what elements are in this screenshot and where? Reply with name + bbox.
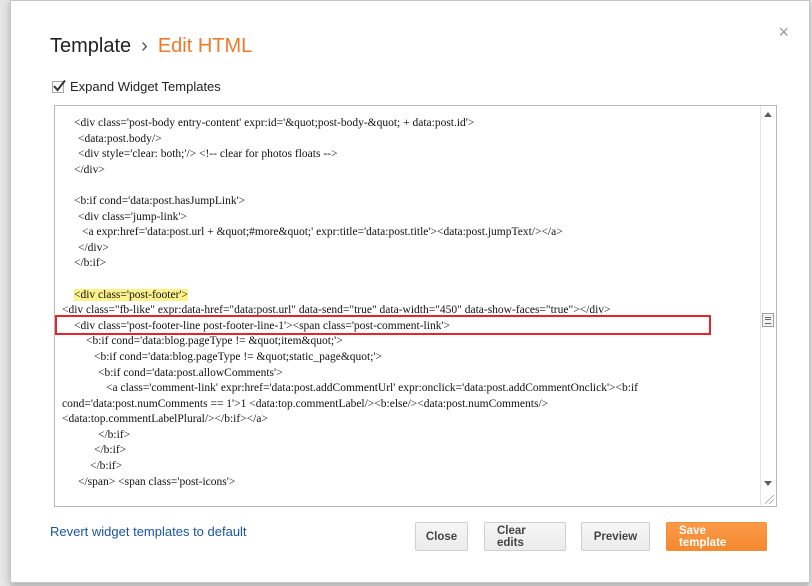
code-line-text: <div class='post-body entry-content' exp… [74, 117, 475, 129]
preview-button[interactable]: Preview [581, 522, 650, 551]
code-content[interactable]: <div class='post-body entry-content' exp… [58, 116, 756, 490]
code-line[interactable]: </b:if> [58, 256, 756, 272]
code-line[interactable]: <a class='comment-link' expr:href='data:… [58, 381, 756, 397]
code-line-text: </b:if> [94, 444, 127, 457]
code-line[interactable] [58, 272, 756, 288]
code-line[interactable]: cond='data:post.numComments == 1'>1 <dat… [58, 397, 756, 413]
code-line[interactable]: <div class='post-footer'> [58, 288, 756, 304]
code-line-text: <b:if cond='data:blog.pageType != &quot;… [86, 335, 343, 348]
code-line[interactable]: </div> [58, 163, 756, 179]
code-line-text: <div class='jump-link'> [78, 210, 187, 223]
code-line[interactable]: </b:if> [58, 443, 756, 459]
resize-grip-icon[interactable] [765, 495, 774, 504]
code-line[interactable]: </b:if> [58, 428, 756, 444]
code-line[interactable]: </span> <span class='post-icons'> [58, 475, 756, 491]
code-line-text: </b:if> [74, 257, 107, 270]
code-line[interactable]: <b:if cond='data:blog.pageType != &quot;… [58, 350, 756, 366]
code-line[interactable]: <div class='jump-link'> [58, 210, 756, 226]
code-line[interactable]: <data:post.body/> [58, 132, 756, 148]
expand-widget-templates-option[interactable]: Expand Widget Templates [52, 79, 221, 94]
code-line[interactable]: <b:if cond='data:post.hasJumpLink'> [58, 194, 756, 210]
code-line[interactable]: <a expr:href='data:post.url + &quot;#mor… [58, 225, 756, 241]
expand-widget-templates-label: Expand Widget Templates [70, 79, 221, 94]
scroll-down-arrow-icon[interactable] [764, 481, 772, 486]
html-code-editor[interactable]: <div class='post-body entry-content' exp… [54, 105, 777, 507]
edit-html-dialog: × Template › Edit HTML Expand Widget Templ… [10, 0, 810, 583]
code-line-text: </b:if> [98, 428, 131, 441]
code-line-text: <data:post.body/> [78, 132, 162, 145]
code-line-text: <b:if cond='data:post.hasJumpLink'> [74, 194, 246, 207]
editor-scrollbar[interactable] [760, 106, 776, 506]
code-line-text: cond='data:post.numComments == 1'>1 <dat… [62, 397, 549, 410]
revert-widget-templates-link[interactable]: Revert widget templates to default [50, 524, 247, 539]
scroll-thumb[interactable] [762, 313, 774, 327]
code-line[interactable]: </div> [58, 241, 756, 257]
breadcrumb-template[interactable]: Template [50, 35, 131, 57]
code-line-text: <a expr:href='data:post.url + &quot;#mor… [82, 226, 563, 239]
code-line[interactable] [58, 178, 756, 194]
page-backdrop-left [0, 0, 10, 586]
save-template-button[interactable]: Save template [666, 522, 767, 551]
code-line-text: <div style='clear: both;'/> <!-- clear f… [78, 148, 338, 161]
checkmark-icon [53, 79, 66, 92]
code-line[interactable]: <data:top.commentLabelPlural/></b:if></a… [58, 412, 756, 428]
code-line-text: </b:if> [90, 460, 123, 473]
expand-widget-templates-checkbox[interactable] [52, 79, 66, 93]
code-line[interactable]: <b:if cond='data:post.allowComments'> [58, 366, 756, 382]
code-line[interactable]: <b:if cond='data:blog.pageType != &quot;… [58, 334, 756, 350]
code-line-text: <b:if cond='data:post.allowComments'> [98, 366, 283, 379]
code-line-text: <a class='comment-link' expr:href='data:… [106, 382, 638, 395]
close-icon[interactable]: × [778, 23, 789, 41]
code-line-text: </div> [78, 241, 109, 254]
code-line[interactable]: <div class='post-body entry-content' exp… [58, 116, 756, 132]
code-line-text: </div> [74, 163, 105, 176]
code-line[interactable]: </b:if> [58, 459, 756, 475]
breadcrumb-edit-html: Edit HTML [157, 35, 253, 57]
code-line-text: </span> <span class='post-icons'> [78, 475, 236, 488]
code-line-text: <data:top.commentLabelPlural/></b:if></a… [62, 413, 268, 426]
close-button[interactable]: Close [415, 522, 468, 551]
scroll-up-arrow-icon[interactable] [764, 112, 772, 117]
code-line-text: <div class='post-footer'> [74, 288, 188, 301]
annotation-highlight-box [55, 315, 711, 335]
breadcrumb-separator: › [141, 35, 148, 57]
breadcrumb: Template › Edit HTML [50, 35, 252, 58]
code-line[interactable]: <div style='clear: both;'/> <!-- clear f… [58, 147, 756, 163]
clear-edits-button[interactable]: Clear edits [484, 522, 566, 551]
code-line-text: <b:if cond='data:blog.pageType != &quot;… [94, 350, 382, 363]
